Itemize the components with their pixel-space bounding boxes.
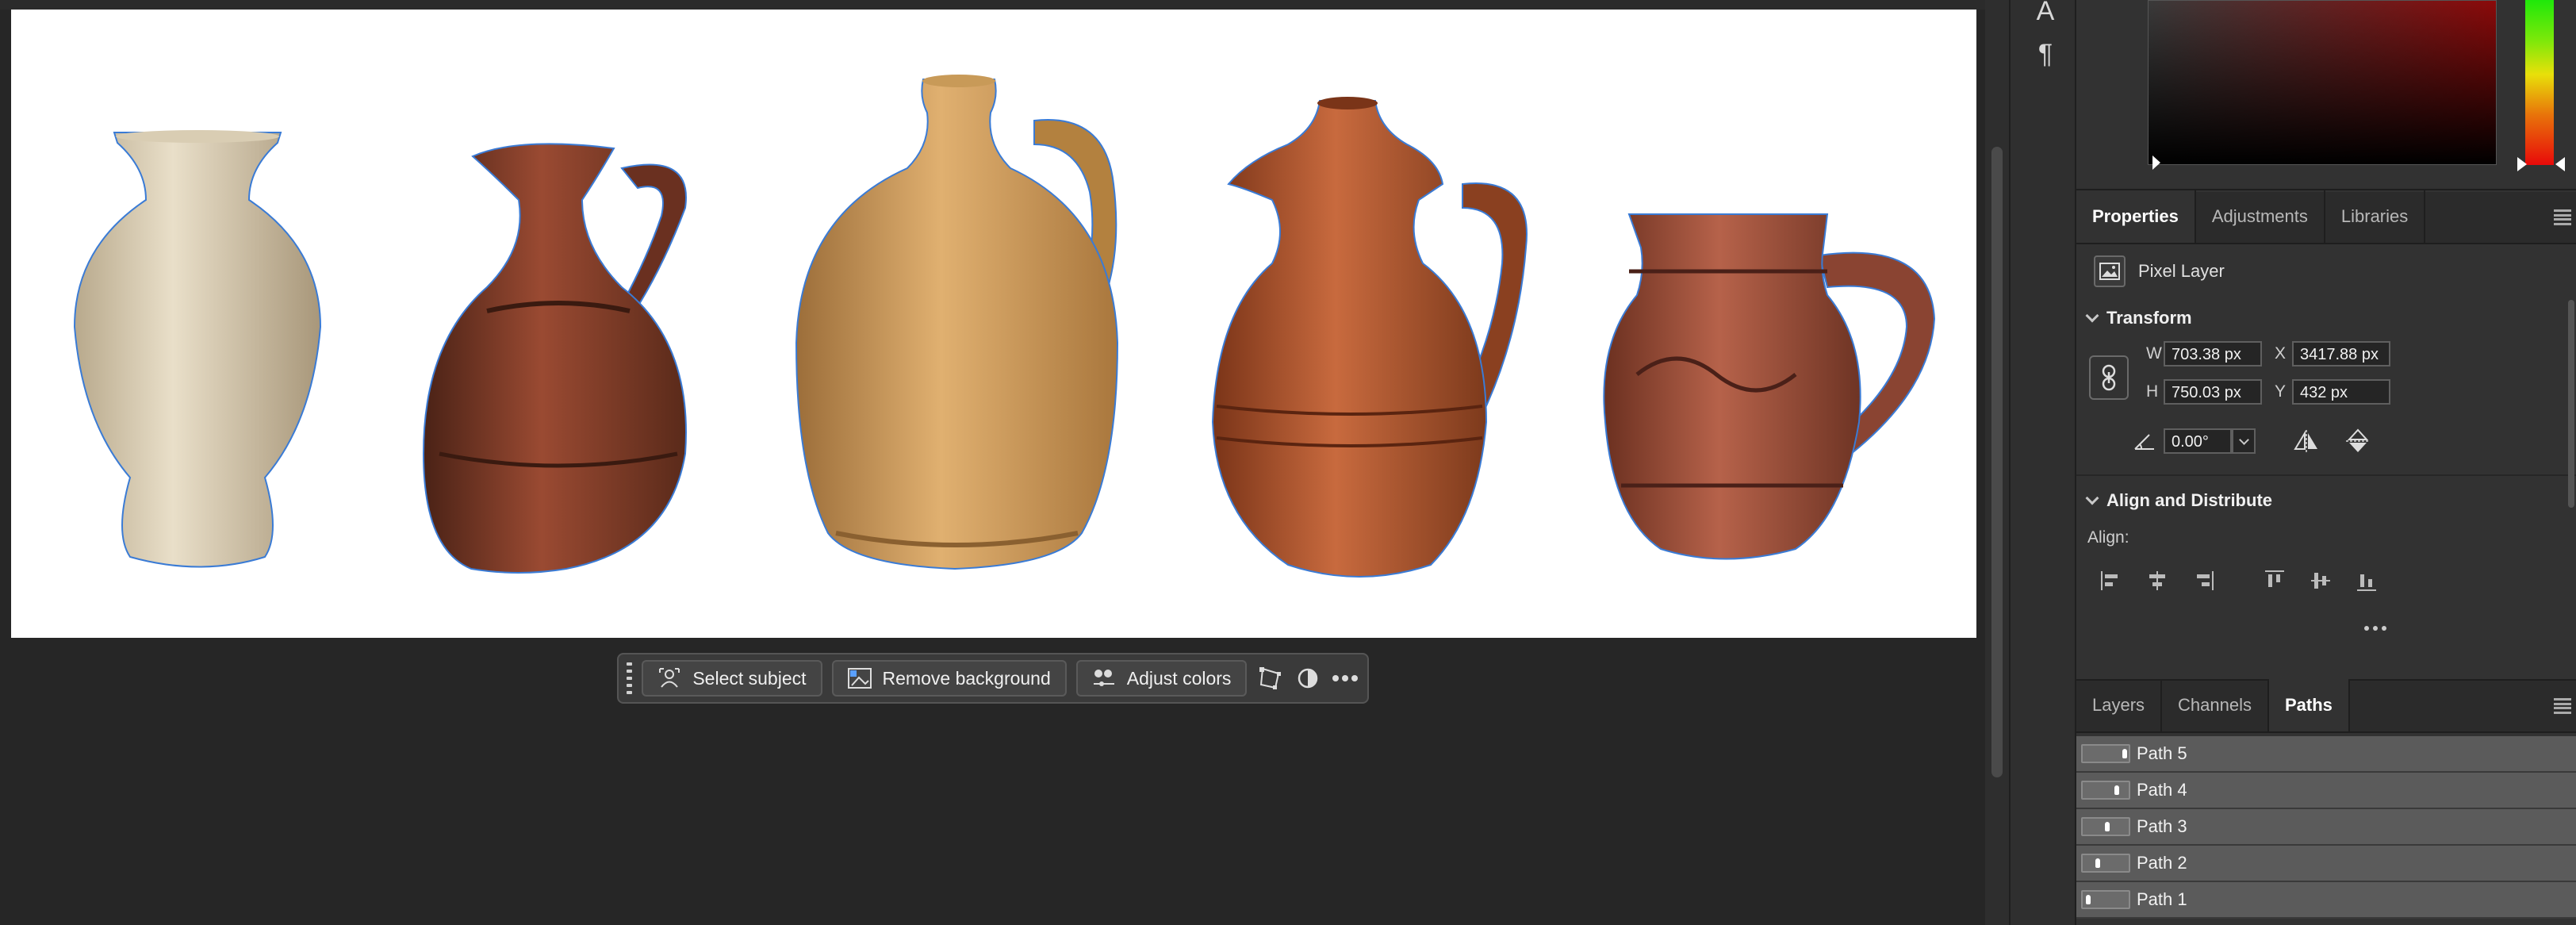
select-subject-icon xyxy=(657,666,681,690)
path-name: Path 3 xyxy=(2137,816,2187,836)
path-thumbnail xyxy=(2081,781,2130,800)
adjust-colors-icon xyxy=(1092,666,1116,690)
transform-icon[interactable] xyxy=(1256,660,1284,697)
section-divider xyxy=(2076,474,2576,476)
align-right-icon[interactable] xyxy=(2191,568,2216,593)
properties-scrollbar[interactable] xyxy=(2568,300,2574,508)
mask-icon[interactable] xyxy=(1294,660,1322,697)
color-field[interactable] xyxy=(2148,0,2497,165)
angle-field[interactable]: 0.00° xyxy=(2164,428,2232,454)
chevron-down-icon xyxy=(2085,491,2099,505)
path-thumbnail xyxy=(2081,890,2130,909)
y-label: Y xyxy=(2275,382,2287,401)
paragraph-icon[interactable]: ¶ xyxy=(2033,38,2058,70)
chevron-down-icon xyxy=(2238,434,2249,445)
align-left-icon[interactable] xyxy=(2099,568,2124,593)
document-canvas[interactable] xyxy=(11,10,1976,638)
path-thumbnail xyxy=(2081,854,2130,873)
character-icon[interactable]: A xyxy=(2033,0,2058,27)
properties-panel: Properties Adjustments Libraries Pixel L… xyxy=(2076,190,2576,684)
align-top-icon[interactable] xyxy=(2262,568,2287,593)
transform-section-header[interactable]: Transform xyxy=(2085,308,2192,328)
align-section-header[interactable]: Align and Distribute xyxy=(2085,490,2272,511)
list-item[interactable]: Path 2 xyxy=(2076,846,2576,882)
color-picker-panel xyxy=(2076,0,2576,190)
tan-jug xyxy=(795,75,1119,570)
align-bottom-icon[interactable] xyxy=(2354,568,2379,593)
list-item[interactable]: Path 5 xyxy=(2076,736,2576,773)
width-field[interactable]: 703.38 px xyxy=(2164,341,2262,367)
tab-channels[interactable]: Channels xyxy=(2162,679,2269,731)
adjust-colors-button[interactable]: Adjust colors xyxy=(1075,660,1248,697)
tab-layers[interactable]: Layers xyxy=(2076,679,2163,731)
tab-properties[interactable]: Properties xyxy=(2076,190,2196,243)
tool-column: A ¶ xyxy=(2009,0,2076,925)
y-field[interactable]: 432 px xyxy=(2292,379,2390,405)
layer-kind: Pixel Layer xyxy=(2094,255,2225,287)
chevron-down-icon xyxy=(2085,309,2099,323)
link-dimensions-button[interactable] xyxy=(2089,355,2129,400)
align-title: Align and Distribute xyxy=(2106,490,2272,510)
remove-background-button[interactable]: Remove background xyxy=(831,660,1067,697)
tab-libraries[interactable]: Libraries xyxy=(2325,190,2426,243)
pixel-layer-icon xyxy=(2094,255,2126,287)
properties-tabbar: Properties Adjustments Libraries xyxy=(2076,190,2576,244)
angle-dropdown[interactable] xyxy=(2232,428,2256,454)
hue-slider-left-arrow xyxy=(2517,157,2527,171)
remove-background-icon xyxy=(847,666,872,690)
path-name: Path 2 xyxy=(2137,853,2187,873)
scrollbar-thumb[interactable] xyxy=(1991,147,2003,777)
dark-red-pitcher xyxy=(422,143,687,574)
adjust-colors-label: Adjust colors xyxy=(1126,667,1232,689)
x-label: X xyxy=(2275,344,2287,363)
path-thumbnail xyxy=(2081,817,2130,836)
path-name: Path 5 xyxy=(2137,743,2187,763)
layers-channels-paths-panel: Layers Channels Paths Path 5 Path 4 Path… xyxy=(2076,679,2576,925)
color-field-marker xyxy=(2152,155,2160,170)
align-horizontal-center-icon[interactable] xyxy=(2145,568,2170,593)
more-icon[interactable] xyxy=(1332,660,1359,697)
photoshop-window: Select subject Remove background Adjust … xyxy=(0,0,2576,925)
carved-red-pitcher xyxy=(1603,213,1936,560)
select-subject-button[interactable]: Select subject xyxy=(642,660,822,697)
paths-list: Path 5 Path 4 Path 3 Path 2 Path 1 xyxy=(2076,736,2576,919)
panel-menu-icon[interactable] xyxy=(2554,698,2571,714)
orange-lidded-pitcher xyxy=(1211,97,1528,578)
canvas-vertical-scrollbar[interactable] xyxy=(1985,0,2009,925)
hue-slider[interactable] xyxy=(2525,0,2554,165)
contextual-task-bar: Select subject Remove background Adjust … xyxy=(617,653,1369,704)
canvas-area[interactable]: Select subject Remove background Adjust … xyxy=(0,0,1985,925)
right-panels: Properties Adjustments Libraries Pixel L… xyxy=(2076,0,2576,925)
list-item[interactable]: Path 1 xyxy=(2076,882,2576,919)
layer-kind-label: Pixel Layer xyxy=(2138,261,2225,281)
hue-slider-right-arrow xyxy=(2555,157,2565,171)
path-name: Path 4 xyxy=(2137,780,2187,800)
flip-horizontal-icon[interactable] xyxy=(2292,430,2321,452)
transform-title: Transform xyxy=(2106,308,2192,328)
height-label: H xyxy=(2146,382,2159,401)
paths-tabbar: Layers Channels Paths xyxy=(2076,679,2576,733)
tab-adjustments[interactable]: Adjustments xyxy=(2196,190,2325,243)
path-thumbnail xyxy=(2081,744,2130,763)
align-vertical-center-icon[interactable] xyxy=(2308,568,2333,593)
pottery-image xyxy=(73,75,1936,578)
width-label: W xyxy=(2146,344,2162,363)
list-item[interactable]: Path 3 xyxy=(2076,809,2576,846)
flip-vertical-icon[interactable] xyxy=(2346,428,2370,454)
path-name: Path 1 xyxy=(2137,889,2187,909)
link-icon xyxy=(2102,364,2116,391)
tab-paths[interactable]: Paths xyxy=(2269,679,2350,731)
list-item[interactable]: Path 4 xyxy=(2076,773,2576,809)
document-tab-strip xyxy=(0,0,1985,10)
angle-icon xyxy=(2134,434,2154,450)
remove-background-label: Remove background xyxy=(882,667,1051,689)
panel-menu-icon[interactable] xyxy=(2554,209,2571,225)
x-field[interactable]: 3417.88 px xyxy=(2292,341,2390,367)
white-vase xyxy=(73,130,322,568)
height-field[interactable]: 750.03 px xyxy=(2164,379,2262,405)
grip-icon[interactable] xyxy=(627,659,633,697)
select-subject-label: Select subject xyxy=(692,667,807,689)
more-options-icon[interactable] xyxy=(2363,625,2387,631)
align-label: Align: xyxy=(2087,528,2129,547)
